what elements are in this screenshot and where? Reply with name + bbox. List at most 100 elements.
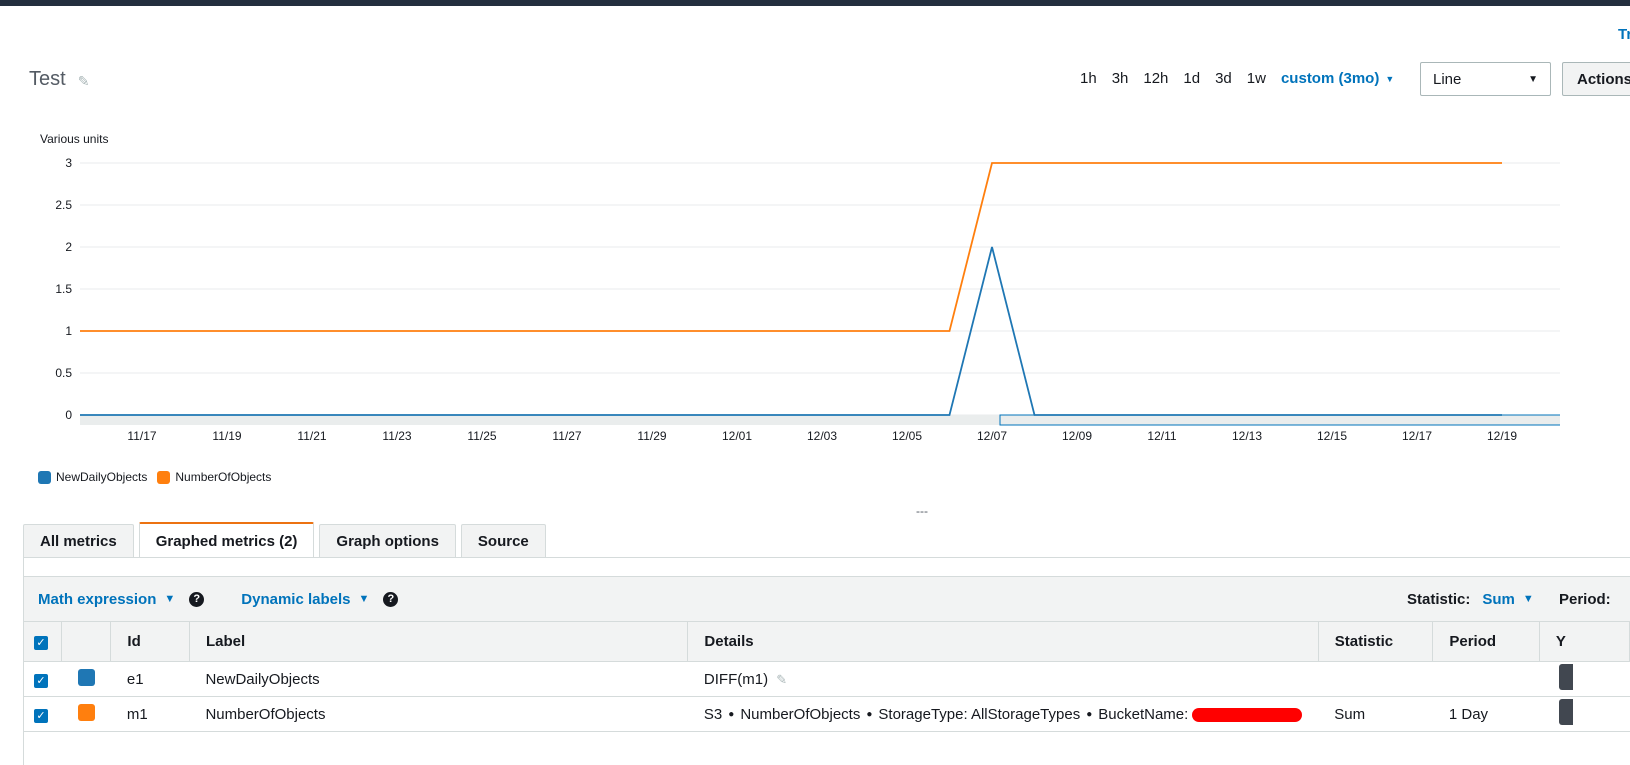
range-12h-button[interactable]: 12h [1143,70,1168,87]
select-all-checkbox[interactable]: ✓ [34,636,48,650]
x-tick-label: 11/21 [297,429,326,443]
color-header [61,621,112,662]
y-tick-label: 1 [65,324,72,338]
graph-type-value: Line [1433,70,1462,88]
legend-swatch-blue [38,470,51,484]
range-1w-button[interactable]: 1w [1247,70,1266,87]
y-axis-header[interactable]: Y [1539,621,1630,662]
range-3d-button[interactable]: 3d [1215,70,1232,87]
dimension-storage-type: StorageType: AllStorageTypes [878,705,1081,723]
row-statistic[interactable]: Sum [1318,696,1433,732]
expression-text[interactable]: DIFF(m1) [704,671,768,688]
bullet-icon: ● [728,709,735,721]
row-checkbox[interactable]: ✓ [34,708,48,723]
range-3h-button[interactable]: 3h [1112,70,1129,87]
row-actions-button[interactable] [1559,664,1574,690]
row-actions-cell [1539,696,1630,732]
range-1d-button[interactable]: 1d [1183,70,1200,87]
row-period [1432,661,1540,697]
x-tick-label: 11/23 [382,429,411,443]
chevron-down-icon: ▼ [358,593,370,605]
row-color-cell [61,696,111,732]
row-actions-cell [1539,661,1630,697]
x-axis-band [80,415,1560,425]
label-header[interactable]: Label [189,621,689,662]
help-icon[interactable]: ? [189,591,205,607]
bullet-icon: ● [1086,709,1093,721]
dimension-bucket-name: BucketName: [1098,705,1189,723]
x-tick-label: 11/27 [552,429,581,443]
x-tick-label: 12/19 [1487,429,1517,443]
math-expression-dropdown[interactable]: Math expression ▼ ? [38,590,205,608]
x-tick-label: 11/25 [467,429,496,443]
chevron-down-icon: ▼ [164,593,176,605]
dynamic-labels-label: Dynamic labels [241,590,351,608]
legend-label: NumberOfObjects [175,470,272,484]
edit-expression-icon[interactable]: ✎ [776,672,787,687]
period-header[interactable]: Period [1432,621,1540,662]
x-tick-label: 11/17 [127,429,156,443]
edit-title-icon[interactable]: ✎ [78,73,90,90]
x-tick-label: 12/09 [1062,429,1092,443]
row-checkbox[interactable]: ✓ [34,673,48,688]
row-label[interactable]: NumberOfObjects [189,696,688,732]
range-custom-button[interactable]: custom (3mo) ▼ [1281,70,1394,87]
statistic-selector: Statistic: Sum ▼ [1407,591,1534,608]
statistic-header[interactable]: Statistic [1318,621,1434,662]
series-color-swatch[interactable] [77,703,95,721]
id-header[interactable]: Id [110,621,190,662]
y-tick-label: 0 [65,408,72,422]
period-label: Period: [1559,590,1611,608]
row-color-cell [61,661,111,697]
legend-item-newdailyobjects[interactable]: NewDailyObjects [38,470,147,484]
statistic-dropdown[interactable]: Sum [1482,591,1515,608]
y-tick-label: 2.5 [55,198,72,212]
row-id[interactable]: e1 [110,661,190,697]
chart-legend: NewDailyObjects NumberOfObjects [38,470,281,484]
table-row: ✓ e1 NewDailyObjects DIFF(m1) ✎ [24,661,1630,697]
metrics-table: ✓ Id Label Details Statistic Period Y ✓ … [24,621,1630,732]
top-right-link[interactable]: Tr [1618,26,1630,43]
range-custom-label: custom (3mo) [1280,70,1380,87]
chevron-down-icon: ▼ [1522,593,1534,605]
x-tick-label: 11/19 [212,429,241,443]
x-tick-label: 12/11 [1147,429,1176,443]
redaction-mark [1192,707,1303,722]
metric-name-text: NumberOfObjects [740,705,861,723]
series-color-swatch[interactable] [77,668,95,686]
tab-graph-options[interactable]: Graph options [319,524,456,558]
help-icon[interactable]: ? [383,591,399,607]
legend-item-numberofobjects[interactable]: NumberOfObjects [157,470,271,484]
actions-button[interactable]: Actions [1562,62,1630,96]
row-checkbox-cell: ✓ [24,696,62,732]
metrics-line-chart[interactable]: 3 2.5 2 1.5 1 0.5 0 11/17 11/19 11/21 11/23 11/25 11… [0,150,1560,462]
row-details: DIFF(m1) ✎ [687,661,1319,697]
row-actions-button[interactable] [1559,699,1574,725]
range-1h-button[interactable]: 1h [1080,70,1097,87]
row-checkbox-cell: ✓ [24,661,62,697]
x-tick-label: 12/05 [892,429,922,443]
details-header[interactable]: Details [687,621,1319,662]
tab-graphed-metrics[interactable]: Graphed metrics (2) [138,522,315,558]
y-tick-label: 2 [65,240,72,254]
y-tick-label: 0.5 [55,366,72,380]
x-tick-label: 12/07 [977,429,1007,443]
table-header-row: ✓ Id Label Details Statistic Period Y [24,621,1630,662]
legend-label: NewDailyObjects [56,470,148,484]
dropdown-arrow-icon: ▼ [1528,73,1538,85]
row-label[interactable]: NewDailyObjects [189,661,688,697]
row-id[interactable]: m1 [110,696,190,732]
dynamic-labels-dropdown[interactable]: Dynamic labels ▼ ? [241,590,399,608]
tab-source[interactable]: Source [460,524,546,558]
graphed-metrics-panel: Math expression ▼ ? Dynamic labels ▼ ? S… [23,558,1630,765]
x-tick-label: 12/13 [1232,429,1262,443]
x-tick-label: 12/15 [1317,429,1347,443]
tab-all-metrics[interactable]: All metrics [23,524,134,558]
row-period[interactable]: 1 Day [1432,696,1540,732]
x-tick-label: 12/03 [807,429,837,443]
statistic-label: Statistic: [1407,590,1471,608]
math-expression-label: Math expression [38,590,157,608]
panel-resize-handle[interactable]: --- [916,504,928,518]
graph-type-select[interactable]: Line ▼ [1420,62,1551,96]
legend-swatch-orange [157,470,171,484]
